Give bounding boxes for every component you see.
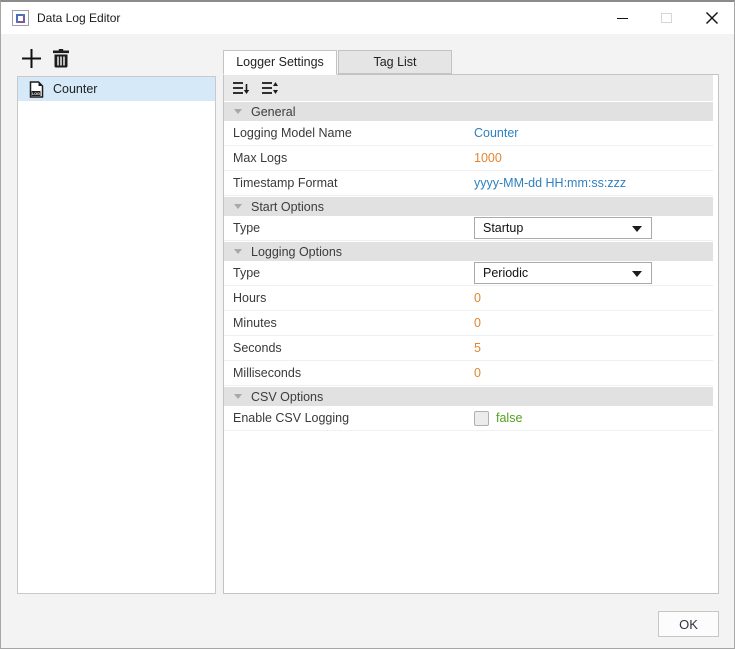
property-row-max-logs: Max Logs 1000 xyxy=(224,146,713,171)
collapse-triangle-icon xyxy=(234,394,242,399)
property-row-timestamp-format: Timestamp Format yyyy-MM-dd HH:mm:ss:zzz xyxy=(224,171,713,196)
section-header-general[interactable]: General xyxy=(224,102,713,121)
maximize-button[interactable] xyxy=(650,2,682,34)
log-document-icon: LOG xyxy=(29,81,44,98)
property-label: Seconds xyxy=(224,341,465,355)
property-label: Max Logs xyxy=(224,151,465,165)
value-seconds[interactable]: 5 xyxy=(474,341,481,355)
close-icon xyxy=(705,11,719,25)
section-label: General xyxy=(251,105,295,119)
collapse-triangle-icon xyxy=(234,204,242,209)
section-label: Start Options xyxy=(251,200,324,214)
trash-icon xyxy=(52,49,70,68)
close-button[interactable] xyxy=(696,2,728,34)
logger-item-label: Counter xyxy=(53,82,97,96)
section-header-logging-options[interactable]: Logging Options xyxy=(224,242,713,261)
value-minutes[interactable]: 0 xyxy=(474,316,481,330)
property-grid-rows: General Logging Model Name Counter Max L… xyxy=(224,102,713,431)
chevron-down-icon xyxy=(632,226,642,232)
expand-all-icon xyxy=(262,81,279,95)
property-value: 0 xyxy=(474,366,709,380)
property-label: Logging Model Name xyxy=(224,126,465,140)
tab-tag-list[interactable]: Tag List xyxy=(338,50,452,74)
delete-logger-button[interactable] xyxy=(48,45,74,71)
property-label: Enable CSV Logging xyxy=(224,411,465,425)
title-bar: Data Log Editor xyxy=(1,2,734,34)
dropdown-type[interactable]: Periodic xyxy=(474,262,652,284)
collapse-triangle-icon xyxy=(234,249,242,254)
section-label: Logging Options xyxy=(251,245,342,259)
section-label: CSV Options xyxy=(251,390,323,404)
property-value: 1000 xyxy=(474,151,709,165)
property-value: 0 xyxy=(474,316,709,330)
minimize-button[interactable] xyxy=(606,2,638,34)
logger-list-item-counter[interactable]: LOG Counter xyxy=(18,77,215,101)
property-value: yyyy-MM-dd HH:mm:ss:zzz xyxy=(474,176,709,190)
property-value: false xyxy=(474,411,709,426)
logger-settings-panel: General Logging Model Name Counter Max L… xyxy=(223,74,719,594)
property-row-type: Type Startup xyxy=(224,216,713,241)
property-label: Milliseconds xyxy=(224,366,465,380)
property-row-logging-model-name: Logging Model Name Counter xyxy=(224,121,713,146)
property-value: 5 xyxy=(474,341,709,355)
checkbox-enable-csv-logging[interactable] xyxy=(474,411,489,426)
property-row-type: Type Periodic xyxy=(224,261,713,286)
property-label: Type xyxy=(224,221,465,235)
section-header-start-options[interactable]: Start Options xyxy=(224,197,713,216)
maximize-icon xyxy=(661,13,672,23)
tab-bar: Logger Settings Tag List xyxy=(223,50,452,75)
logger-list: LOG Counter xyxy=(17,76,216,594)
value-logging-model-name[interactable]: Counter xyxy=(474,126,518,140)
property-value: 0 xyxy=(474,291,709,305)
property-row-enable-csv-logging: Enable CSV Logging false xyxy=(224,406,713,431)
chevron-down-icon xyxy=(632,271,642,277)
dropdown-value: Startup xyxy=(483,221,523,235)
section-header-csv-options[interactable]: CSV Options xyxy=(224,387,713,406)
dropdown-value: Periodic xyxy=(483,266,528,280)
value-timestamp-format[interactable]: yyyy-MM-dd HH:mm:ss:zzz xyxy=(474,176,626,190)
collapse-all-icon xyxy=(233,81,250,95)
value-enable-csv-logging[interactable]: false xyxy=(496,411,522,425)
property-value: Startup xyxy=(474,217,709,239)
property-row-minutes: Minutes 0 xyxy=(224,311,713,336)
property-label: Timestamp Format xyxy=(224,176,465,190)
svg-text:LOG: LOG xyxy=(32,92,40,96)
property-grid-toolbar xyxy=(224,75,713,101)
property-value: Periodic xyxy=(474,262,709,284)
value-milliseconds[interactable]: 0 xyxy=(474,366,481,380)
plus-icon xyxy=(21,48,42,69)
minimize-icon xyxy=(617,18,628,19)
property-label: Type xyxy=(224,266,465,280)
dropdown-type[interactable]: Startup xyxy=(474,217,652,239)
value-max-logs[interactable]: 1000 xyxy=(474,151,502,165)
property-value: Counter xyxy=(474,126,709,140)
property-label: Hours xyxy=(224,291,465,305)
window-title: Data Log Editor xyxy=(37,2,120,34)
expand-all-button[interactable] xyxy=(262,81,279,95)
property-row-milliseconds: Milliseconds 0 xyxy=(224,361,713,386)
add-logger-button[interactable] xyxy=(18,45,44,71)
property-row-seconds: Seconds 5 xyxy=(224,336,713,361)
value-hours[interactable]: 0 xyxy=(474,291,481,305)
ok-button[interactable]: OK xyxy=(658,611,719,637)
data-log-editor-window: Data Log Editor xyxy=(0,0,735,649)
collapse-all-button[interactable] xyxy=(233,81,250,95)
app-icon xyxy=(12,10,29,26)
property-label: Minutes xyxy=(224,316,465,330)
tab-logger-settings[interactable]: Logger Settings xyxy=(223,50,337,75)
collapse-triangle-icon xyxy=(234,109,242,114)
property-row-hours: Hours 0 xyxy=(224,286,713,311)
